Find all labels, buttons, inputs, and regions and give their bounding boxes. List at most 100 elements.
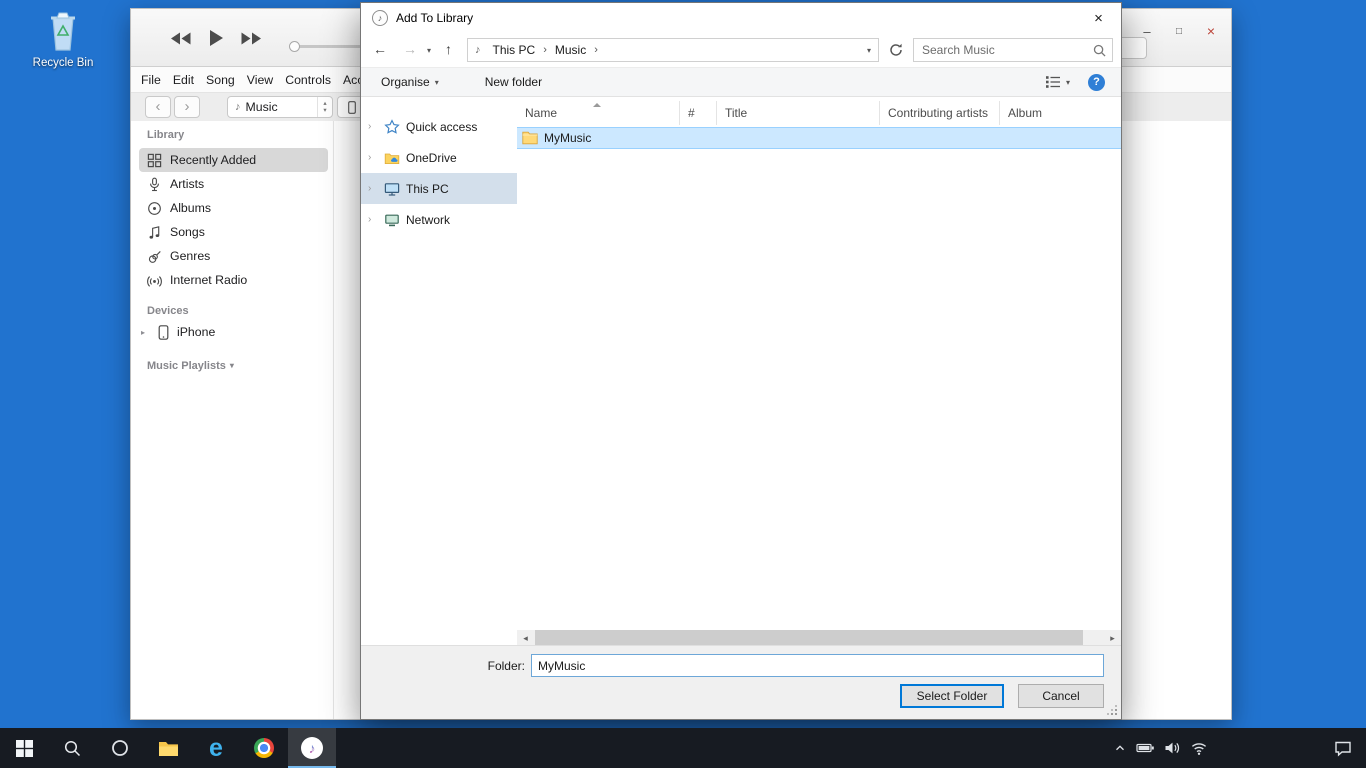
address-bar[interactable]: ♪ This PC › Music › ▾ bbox=[467, 38, 879, 62]
file-row-mymusic[interactable]: MyMusic bbox=[517, 127, 1121, 149]
media-kind-dropdown[interactable]: ♪ Music ▴▾ bbox=[227, 96, 333, 118]
dropdown-spinner-icon[interactable]: ▴▾ bbox=[317, 97, 332, 117]
sidebar-item-label: Albums bbox=[170, 201, 211, 215]
music-playlists-header[interactable]: Music Playlists ▾ bbox=[147, 359, 333, 373]
action-center-button[interactable] bbox=[1334, 728, 1352, 768]
folder-label: Folder: bbox=[431, 659, 525, 673]
edge-button[interactable]: e bbox=[192, 728, 240, 768]
nav-item-network[interactable]: › Network bbox=[361, 204, 517, 235]
grid-icon bbox=[147, 153, 162, 168]
menu-song[interactable]: Song bbox=[200, 73, 241, 87]
menu-view[interactable]: View bbox=[241, 73, 279, 87]
history-dropdown-icon[interactable]: ▾ bbox=[427, 46, 431, 55]
file-name: MyMusic bbox=[544, 131, 591, 145]
breadcrumb-this-pc[interactable]: This PC bbox=[487, 43, 542, 57]
breadcrumb-music[interactable]: Music bbox=[549, 43, 592, 57]
address-dropdown-icon[interactable]: ▾ bbox=[860, 46, 878, 55]
collapse-chevron-icon[interactable]: ▾ bbox=[230, 359, 234, 373]
sidebar-item-label: Internet Radio bbox=[170, 273, 247, 287]
sidebar-item-albums[interactable]: Albums bbox=[139, 196, 328, 220]
album-icon bbox=[147, 201, 162, 216]
nav-item-onedrive[interactable]: › OneDrive bbox=[361, 142, 517, 173]
dialog-close-button[interactable]: × bbox=[1076, 3, 1121, 33]
location-icon: ♪ bbox=[475, 44, 481, 56]
volume-slider[interactable] bbox=[291, 45, 361, 48]
taskbar-search-button[interactable] bbox=[48, 728, 96, 768]
recycle-bin[interactable]: Recycle Bin bbox=[24, 10, 102, 69]
dropdown-caret-icon: ▾ bbox=[1066, 78, 1070, 87]
dialog-footer: Folder: Select Folder Cancel bbox=[361, 645, 1121, 719]
menu-file[interactable]: File bbox=[135, 73, 167, 87]
minimize-button[interactable]: – bbox=[1137, 21, 1157, 41]
expand-chevron-icon[interactable]: › bbox=[368, 121, 378, 132]
new-folder-button[interactable]: New folder bbox=[485, 75, 542, 89]
system-tray bbox=[1113, 728, 1208, 768]
sidebar-item-recently-added[interactable]: Recently Added bbox=[139, 148, 328, 172]
play-button[interactable] bbox=[208, 29, 224, 47]
file-explorer-button[interactable] bbox=[144, 728, 192, 768]
back-arrow-button[interactable]: ← bbox=[373, 41, 387, 57]
sidebar-item-label: Recently Added bbox=[170, 153, 256, 167]
menu-edit[interactable]: Edit bbox=[167, 73, 200, 87]
rewind-button[interactable] bbox=[169, 31, 192, 46]
volume-icon[interactable] bbox=[1164, 740, 1181, 756]
close-button[interactable]: × bbox=[1201, 21, 1221, 41]
show-hidden-icons-chevron-icon[interactable] bbox=[1113, 741, 1127, 755]
search-input[interactable] bbox=[920, 42, 1093, 58]
menu-controls[interactable]: Controls bbox=[279, 73, 337, 87]
network-wifi-icon[interactable] bbox=[1190, 740, 1208, 756]
chrome-icon bbox=[254, 738, 274, 758]
sidebar-item-songs[interactable]: Songs bbox=[139, 220, 328, 244]
itunes-forward-button[interactable]: › bbox=[174, 96, 200, 118]
up-one-level-button[interactable]: ↑ bbox=[445, 41, 452, 57]
column-header-number[interactable]: # bbox=[680, 101, 717, 125]
column-header-name[interactable]: Name bbox=[517, 101, 680, 125]
expand-chevron-icon[interactable]: › bbox=[368, 214, 378, 225]
breadcrumb-separator-icon[interactable]: › bbox=[592, 44, 600, 56]
maximize-button[interactable]: □ bbox=[1169, 21, 1189, 41]
help-button[interactable]: ? bbox=[1088, 74, 1105, 91]
dialog-title-bar: ♪ Add To Library × bbox=[361, 3, 1121, 33]
list-view-icon bbox=[1045, 75, 1061, 89]
expand-chevron-icon[interactable]: ▸ bbox=[141, 328, 150, 337]
expand-chevron-icon[interactable]: › bbox=[368, 152, 378, 163]
sidebar-item-label: Genres bbox=[170, 249, 210, 263]
start-button[interactable] bbox=[0, 728, 48, 768]
expand-chevron-icon[interactable]: › bbox=[368, 183, 378, 194]
sidebar-item-iphone[interactable]: ▸ iPhone bbox=[139, 320, 328, 344]
cortana-button[interactable] bbox=[96, 728, 144, 768]
itunes-taskbar-button[interactable]: ♪ bbox=[288, 728, 336, 768]
music-note-icon bbox=[147, 225, 162, 240]
column-headers: Name # Title Contributing artists Album bbox=[517, 101, 1121, 125]
nav-item-this-pc[interactable]: › This PC bbox=[361, 173, 517, 204]
select-folder-button[interactable]: Select Folder bbox=[900, 684, 1004, 708]
sidebar-item-internet-radio[interactable]: Internet Radio bbox=[139, 268, 328, 292]
battery-icon[interactable] bbox=[1136, 740, 1155, 756]
fast-forward-button[interactable] bbox=[240, 31, 263, 46]
refresh-icon bbox=[889, 43, 903, 57]
column-header-contributing-artists[interactable]: Contributing artists bbox=[880, 101, 1000, 125]
sidebar-item-genres[interactable]: Genres bbox=[139, 244, 328, 268]
folder-name-input[interactable] bbox=[531, 654, 1104, 677]
search-icon bbox=[1093, 44, 1106, 57]
organise-menu-button[interactable]: Organise ▾ bbox=[381, 75, 439, 89]
breadcrumb-separator-icon[interactable]: › bbox=[541, 44, 549, 56]
iphone-icon bbox=[158, 325, 169, 340]
cancel-button[interactable]: Cancel bbox=[1018, 684, 1104, 708]
sort-ascending-icon bbox=[593, 103, 601, 107]
itunes-back-button[interactable]: ‹ bbox=[145, 96, 171, 118]
resize-grip[interactable] bbox=[1107, 705, 1117, 715]
forward-arrow-button[interactable]: → bbox=[403, 41, 417, 57]
refresh-button[interactable] bbox=[883, 38, 909, 62]
sidebar-item-label: Artists bbox=[170, 177, 204, 191]
column-header-album[interactable]: Album bbox=[1000, 101, 1121, 125]
search-box[interactable] bbox=[913, 38, 1113, 62]
sidebar-item-artists[interactable]: Artists bbox=[139, 172, 328, 196]
itunes-icon: ♪ bbox=[301, 737, 323, 759]
volume-knob[interactable] bbox=[289, 41, 300, 52]
recycle-bin-label: Recycle Bin bbox=[24, 57, 102, 69]
chrome-button[interactable] bbox=[240, 728, 288, 768]
nav-item-quick-access[interactable]: › Quick access bbox=[361, 111, 517, 142]
change-view-button[interactable]: ▾ bbox=[1045, 75, 1070, 89]
column-header-title[interactable]: Title bbox=[717, 101, 880, 125]
